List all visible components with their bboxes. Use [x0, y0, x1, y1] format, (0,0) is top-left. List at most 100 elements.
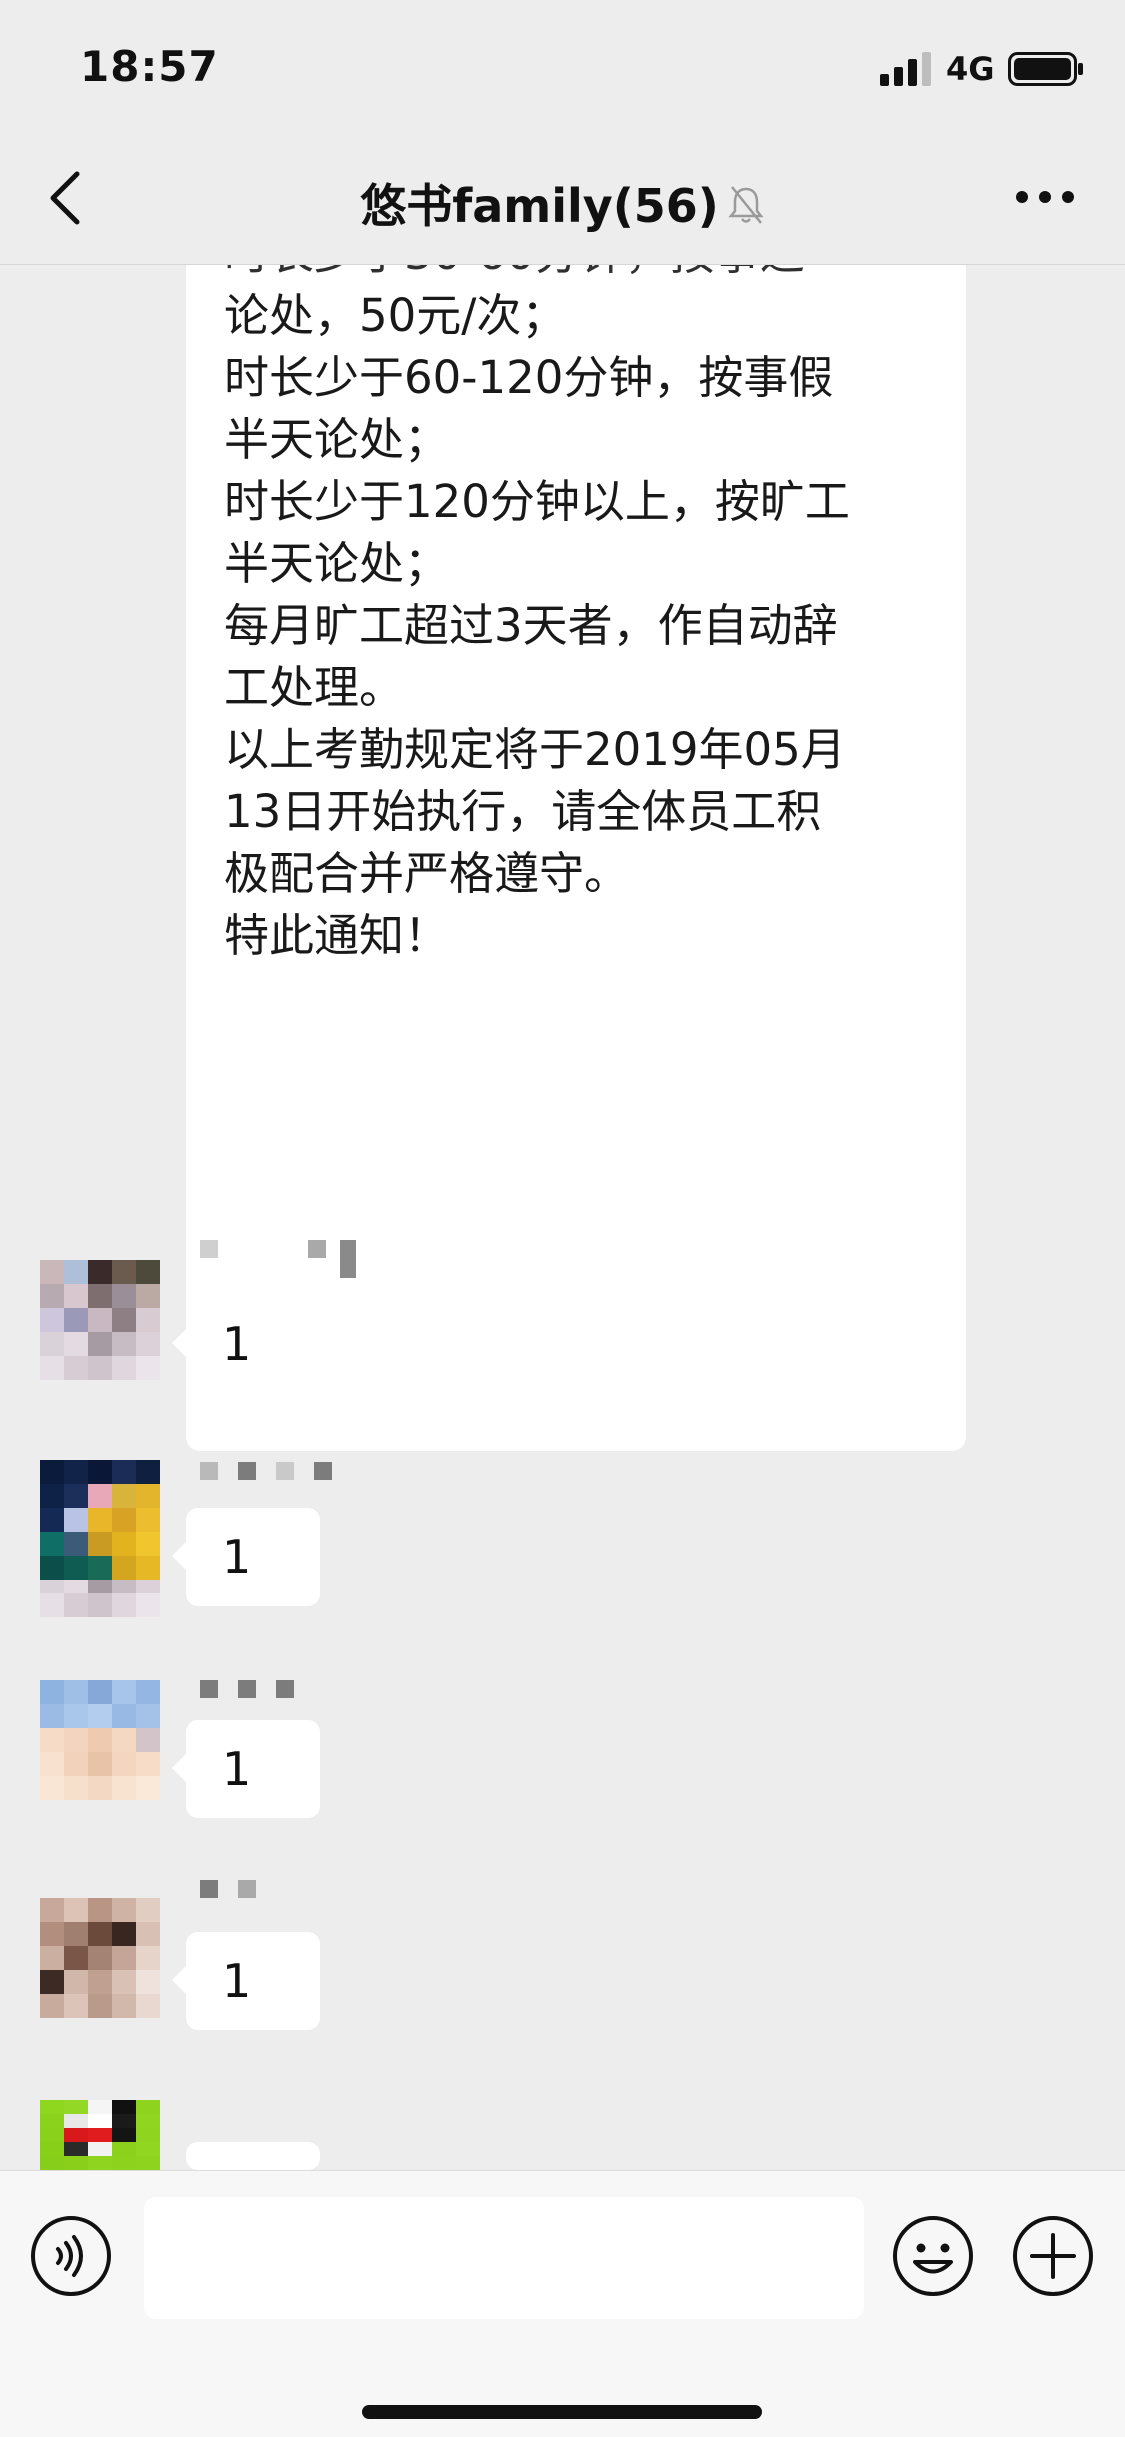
avatar-pixel [136, 1593, 160, 1617]
home-indicator[interactable] [362, 2405, 762, 2419]
battery-icon [1008, 52, 1083, 86]
avatar-pixel [88, 1356, 112, 1380]
avatar-pixel [64, 2100, 88, 2114]
avatar-pixel [112, 1356, 136, 1380]
avatar-pixel [64, 2142, 88, 2156]
avatar-pixel [40, 1260, 64, 1284]
avatar-pixel [136, 1356, 160, 1380]
emoji-icon[interactable] [890, 2213, 976, 2299]
input-bar [0, 2170, 1125, 2437]
avatar-pixel [40, 1946, 64, 1970]
status-time: 18:57 [80, 42, 219, 91]
avatar-pixel [64, 1484, 88, 1508]
avatar-pixel [40, 1704, 64, 1728]
avatar-pixel [64, 1556, 88, 1580]
message-text: 1 [222, 1954, 252, 2008]
avatar-pixel [40, 1308, 64, 1332]
avatar-pixel [112, 1776, 136, 1800]
avatar[interactable] [40, 1680, 160, 1800]
avatar-pixel [112, 1680, 136, 1704]
avatar-pixel [112, 1284, 136, 1308]
avatar-pixel [40, 2114, 64, 2128]
message-bubble[interactable]: 1 [172, 1295, 320, 1393]
avatar-pixel [136, 2100, 160, 2114]
sender-name-obscured [200, 1240, 356, 1278]
sender-name-obscured [200, 1880, 256, 1902]
message-bubble[interactable]: 1 [172, 1508, 320, 1606]
avatar-pixel [112, 1898, 136, 1922]
avatar-pixel [40, 1484, 64, 1508]
avatar-pixel [112, 1970, 136, 1994]
avatar-pixel [136, 1922, 160, 1946]
avatar-pixel [64, 1356, 88, 1380]
chat-header: 悠书family(56) [0, 132, 1125, 265]
chat-title-row: 悠书family(56) [0, 170, 1125, 236]
avatar-pixel [88, 1704, 112, 1728]
avatar-pixel [112, 1994, 136, 2018]
notice-line: 时长少于30-60分钟，按事迟 [224, 265, 936, 285]
avatar-pixel [88, 1752, 112, 1776]
avatar-pixel [40, 1284, 64, 1308]
avatar-pixel [136, 1332, 160, 1356]
voice-icon[interactable] [28, 2213, 114, 2299]
avatar[interactable] [40, 2100, 160, 2170]
avatar-pixel [64, 1460, 88, 1484]
avatar-pixel [64, 1898, 88, 1922]
avatar-pixel [136, 2114, 160, 2128]
signal-bars-icon [880, 52, 931, 86]
avatar-pixel [112, 2156, 136, 2170]
message-input[interactable] [144, 2197, 864, 2319]
notice-line: 时长少于60-120分钟，按事假 [224, 351, 834, 404]
avatar-pixel [88, 1994, 112, 2018]
avatar-pixel [40, 1970, 64, 1994]
avatar[interactable] [40, 1460, 160, 1580]
more-options-button[interactable] [1005, 172, 1085, 222]
avatar[interactable] [40, 1260, 160, 1380]
avatar-pixel [136, 1508, 160, 1532]
avatar[interactable] [40, 1898, 160, 2018]
avatar-pixel [112, 1332, 136, 1356]
avatar-pixel [112, 1922, 136, 1946]
message-bubble[interactable]: 1 [172, 1932, 320, 2030]
avatar-pixel [64, 1994, 88, 2018]
avatar-pixel [40, 2156, 64, 2170]
avatar-pixel [136, 1776, 160, 1800]
notice-line: 工处理。 [224, 661, 405, 714]
message-bubble[interactable]: 1 [172, 1720, 320, 1818]
avatar-pixel [40, 1898, 64, 1922]
chat-title: 悠书family(56) [360, 179, 719, 233]
avatar-pixel [136, 1308, 160, 1332]
avatar-pixel [88, 2114, 112, 2128]
avatar-pixel [40, 1922, 64, 1946]
avatar-pixel [40, 1356, 64, 1380]
avatar-pixel [64, 1752, 88, 1776]
avatar-pixel [112, 1946, 136, 1970]
notice-line: 半天论处； [224, 413, 450, 466]
notice-line: 论处，50元/次； [224, 289, 567, 342]
avatar-pixel [112, 1704, 136, 1728]
avatar-pixel [88, 1308, 112, 1332]
message-bubble[interactable] [172, 2142, 320, 2204]
plus-circle-icon[interactable] [1010, 2213, 1096, 2299]
avatar-pixel [136, 1680, 160, 1704]
avatar-pixel [88, 1922, 112, 1946]
avatar-pixel [112, 1728, 136, 1752]
avatar-pixel [88, 2100, 112, 2114]
avatar-pixel [136, 2128, 160, 2142]
avatar-pixel [40, 1776, 64, 1800]
avatar-pixel [88, 1593, 112, 1617]
avatar-pixel [64, 1308, 88, 1332]
avatar-pixel [88, 1260, 112, 1284]
avatar-pixel [40, 2100, 64, 2114]
avatar-pixel [136, 1260, 160, 1284]
avatar-pixel [88, 1728, 112, 1752]
avatar-pixel [112, 1308, 136, 1332]
message-text: 1 [222, 1317, 252, 1371]
avatar-pixel [64, 1332, 88, 1356]
notice-line: 半天论处； [224, 537, 450, 590]
avatar-pixel [64, 1728, 88, 1752]
chat-message-list[interactable]: 时长少于30-60分钟，按事迟 论处，50元/次； 时长少于60-120分钟，按… [0, 265, 1125, 2170]
avatar-pixel [136, 1532, 160, 1556]
notice-line: 每月旷工超过3天者，作自动辞 [224, 599, 838, 652]
avatar-pixel [136, 1752, 160, 1776]
